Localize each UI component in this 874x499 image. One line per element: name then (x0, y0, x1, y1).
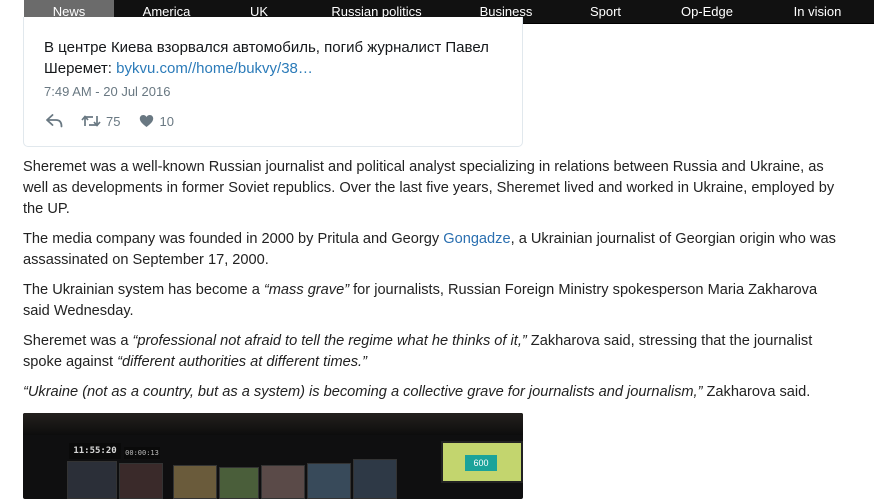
retweet-button[interactable]: 75 (81, 114, 120, 129)
nav-item-in-vision[interactable]: In vision (761, 0, 874, 24)
article-paragraph-1: Sheremet was a well-known Russian journa… (23, 159, 835, 217)
nav-item-sport[interactable]: Sport (558, 0, 653, 24)
retweet-count: 75 (106, 113, 121, 129)
photo-monitor (67, 461, 117, 499)
heart-icon (140, 115, 154, 127)
page: News America UK Russian politics Busines… (0, 0, 874, 499)
tweet-text: В центре Киева взорвался автомобиль, пог… (44, 37, 504, 79)
photo-monitor (307, 463, 351, 499)
photo-monitor (119, 463, 163, 499)
paragraph-text: Zakharova said. (702, 384, 811, 400)
photo-screen-badge: 600 (465, 455, 497, 471)
nav-item-op-edge[interactable]: Op-Edge (653, 0, 761, 24)
reply-icon (46, 114, 63, 128)
embedded-tweet: В центре Киева взорвался автомобиль, пог… (23, 17, 523, 147)
quote: “professional not afraid to tell the reg… (132, 333, 527, 349)
article-paragraph-2: The media company was founded in 2000 by… (23, 229, 843, 271)
photo-monitor (353, 459, 397, 499)
quote: “Ukraine (not as a country, but as a sys… (23, 384, 703, 400)
tweet-link[interactable]: bykvu.com//home/bukvy/38… (116, 60, 313, 77)
quote: “mass grave” (263, 282, 350, 298)
quote: “different authorities at different time… (117, 354, 367, 370)
gongadze-link[interactable]: Gongadze (443, 231, 510, 247)
photo-monitor (219, 467, 259, 499)
photo-clock: 11:55:20 (69, 443, 121, 459)
photo-timer: 00:00:13 (124, 447, 160, 459)
tweet-timestamp[interactable]: 7:49 AM - 20 Jul 2016 (44, 84, 170, 99)
photo-big-screen: 600 (441, 441, 523, 483)
article-body: Sheremet was a well-known Russian journa… (23, 157, 843, 412)
article-paragraph-5: “Ukraine (not as a country, but as a sys… (23, 382, 843, 403)
paragraph-text: The Ukrainian system has become a (23, 282, 264, 298)
paragraph-text: The media company was founded in 2000 by… (23, 231, 444, 247)
photo-ceiling (23, 413, 523, 435)
article-paragraph-4: Sheremet was a “professional not afraid … (23, 331, 843, 373)
tweet-actions: 75 10 (46, 112, 174, 130)
like-count: 10 (159, 113, 174, 129)
paragraph-text: Sheremet was a (23, 333, 133, 349)
retweet-icon (81, 115, 101, 127)
article-photo[interactable]: 11:55:20 00:00:13 600 (23, 413, 523, 499)
article-paragraph-3: The Ukrainian system has become a “mass … (23, 280, 843, 322)
photo-monitor (173, 465, 217, 499)
reply-button[interactable] (46, 114, 63, 128)
photo-monitor (261, 465, 305, 499)
like-button[interactable]: 10 (139, 113, 174, 129)
